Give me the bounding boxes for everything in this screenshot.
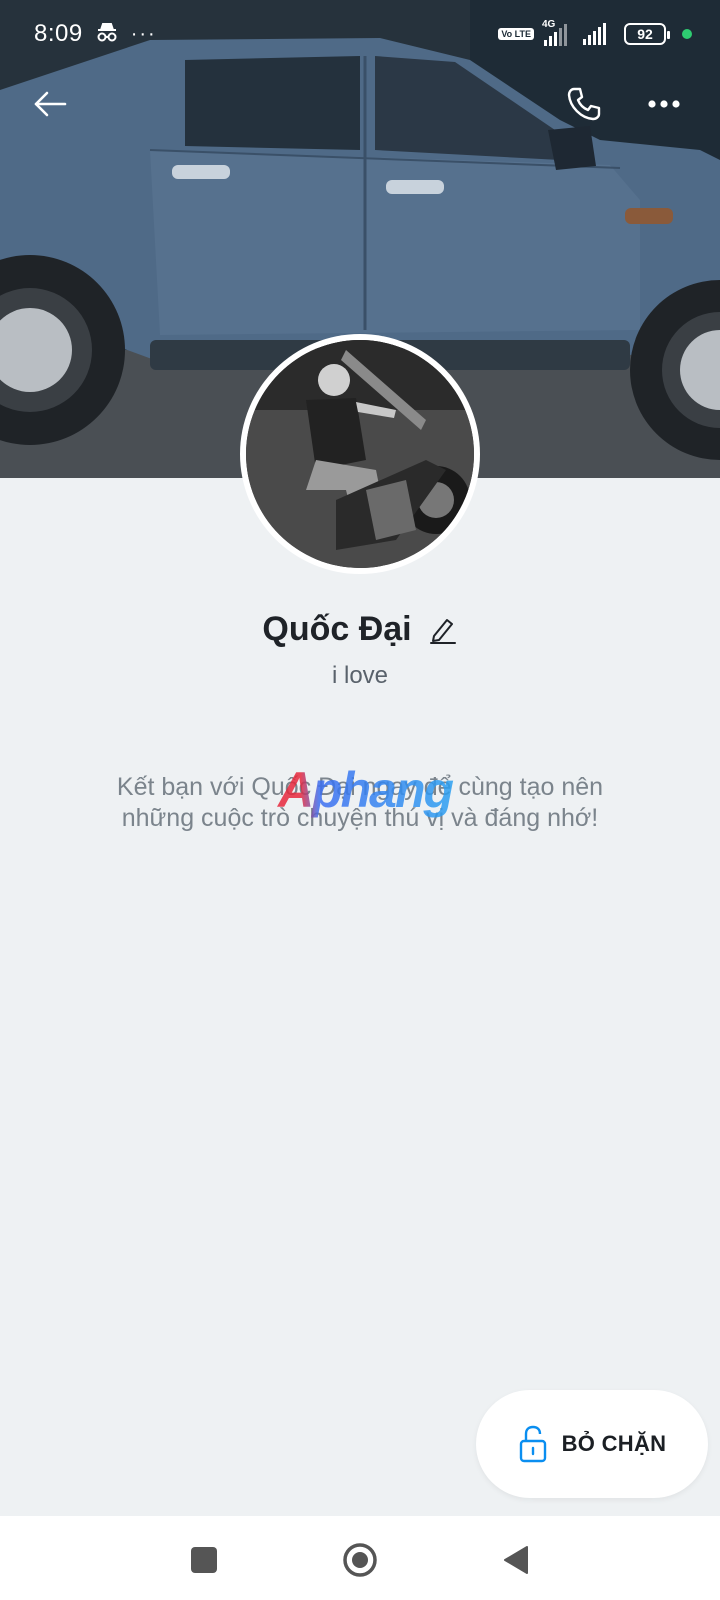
unblock-label: BỎ CHẶN bbox=[561, 1431, 667, 1456]
phone-icon bbox=[567, 87, 601, 121]
triangle-back-icon bbox=[504, 1546, 528, 1574]
wifi-signal-icon bbox=[583, 23, 606, 45]
avatar[interactable] bbox=[240, 334, 480, 574]
square-icon bbox=[191, 1547, 217, 1573]
system-back-button[interactable] bbox=[494, 1538, 538, 1582]
profile-name: Quốc Đại bbox=[262, 610, 412, 648]
watermark-logo: Aphang bbox=[250, 760, 480, 820]
more-options-button[interactable] bbox=[636, 82, 692, 126]
profile-status: i love bbox=[331, 662, 389, 689]
more-horizontal-icon bbox=[648, 100, 680, 108]
system-navigation-bar bbox=[0, 1516, 720, 1600]
back-button[interactable] bbox=[22, 82, 78, 126]
incognito-icon bbox=[95, 21, 119, 48]
avatar-image bbox=[246, 340, 474, 568]
edit-name-button[interactable] bbox=[428, 615, 458, 645]
recent-apps-button[interactable] bbox=[182, 1538, 226, 1582]
status-bar: 8:09 ··· Vo LTE 4G 92 bbox=[0, 0, 720, 68]
home-circle-icon bbox=[343, 1543, 377, 1577]
unlock-icon bbox=[519, 1425, 546, 1463]
volte-badge: Vo LTE bbox=[498, 28, 534, 40]
battery-level: 92 bbox=[637, 26, 653, 42]
network-type: 4G bbox=[542, 19, 556, 30]
signal-icon: 4G bbox=[542, 19, 567, 46]
more-notifications-icon: ··· bbox=[130, 23, 157, 45]
pencil-icon bbox=[429, 618, 456, 644]
privacy-indicator-dot bbox=[682, 29, 692, 39]
battery-icon: 92 bbox=[624, 23, 670, 45]
home-button[interactable] bbox=[338, 1538, 382, 1582]
call-button[interactable] bbox=[556, 82, 612, 126]
arrow-left-icon bbox=[34, 91, 67, 117]
status-time: 8:09 bbox=[34, 20, 83, 47]
unblock-button[interactable]: BỎ CHẶN bbox=[476, 1390, 708, 1498]
